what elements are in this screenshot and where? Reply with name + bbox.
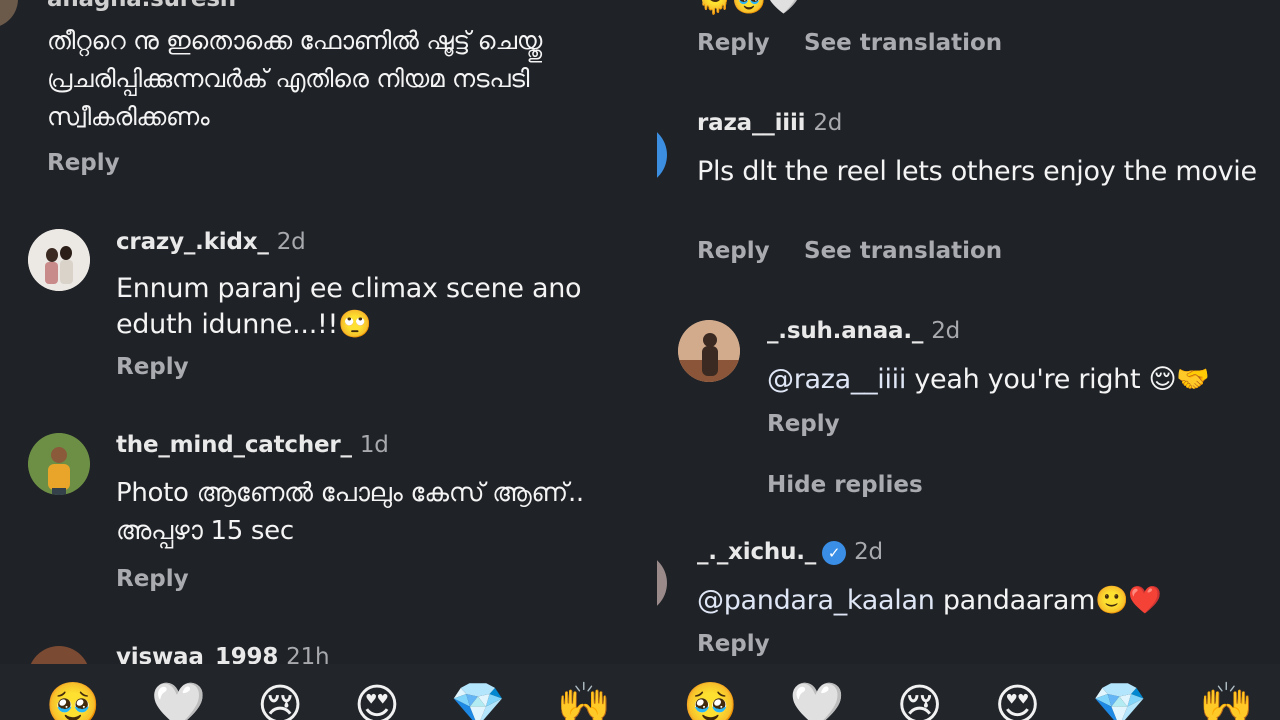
mention-link[interactable]: @raza__iiii xyxy=(767,364,906,395)
reply-button[interactable]: Reply xyxy=(767,411,840,437)
avatar[interactable] xyxy=(657,124,667,186)
username-text[interactable]: _.suh.anaa._ xyxy=(767,318,923,344)
comment-text: Photo ആണേൽ പോലും കേസ് ആണ്.. അപ്പഴാ 15 se… xyxy=(116,478,584,546)
hide-replies-button[interactable]: Hide replies xyxy=(767,472,923,498)
comment-username[interactable]: anagha.suresh xyxy=(47,0,236,12)
comment-body: yeah you're right 😌🤝 xyxy=(906,364,1210,395)
comment-text: @pandara_kaalan pandaaram🙂❤️ xyxy=(697,583,1267,619)
see-translation-button[interactable]: See translation xyxy=(804,30,1002,56)
comment-username[interactable]: _._xichu._ ✓ 2d xyxy=(697,539,883,565)
avatar[interactable] xyxy=(28,433,90,495)
reaction-bar: 🥹 🤍 😢 😍 💎 🙌 xyxy=(657,664,1280,720)
username-text[interactable]: raza__iiii xyxy=(697,110,806,136)
left-comments-pane: anagha.suresh തീറ്ററെ നു ഇതൊക്കെ ഫോണിൽ ഷ… xyxy=(0,0,657,720)
timestamp: 2d xyxy=(854,539,883,565)
avatar[interactable] xyxy=(28,229,90,291)
heart-eyes-icon[interactable]: 😍 xyxy=(354,678,400,720)
timestamp: 2d xyxy=(931,318,961,344)
reaction-bar: 🥹 🤍 😢 😍 💎 🙌 xyxy=(0,664,657,720)
crying-face-icon[interactable]: 😢 xyxy=(257,678,303,720)
timestamp: 2d xyxy=(813,110,843,136)
comment-username[interactable]: _.suh.anaa._ 2d xyxy=(767,318,960,344)
comment-body: pandaaram🙂❤️ xyxy=(934,585,1162,616)
reply-button[interactable]: Reply xyxy=(697,238,770,264)
username-text[interactable]: the_mind_catcher_ xyxy=(116,432,352,458)
pleading-face-icon[interactable]: 🥹 xyxy=(683,678,738,720)
white-heart-icon[interactable]: 🤍 xyxy=(151,678,206,720)
reply-button[interactable]: Reply xyxy=(697,631,770,657)
heart-eyes-icon[interactable]: 😍 xyxy=(994,678,1040,720)
comment-text: തീറ്ററെ നു ഇതൊക്കെ ഫോണിൽ ഷൂട്ട് ചെയ്തു പ… xyxy=(47,26,543,131)
avatar[interactable] xyxy=(657,552,667,614)
pleading-face-icon[interactable]: 🥹 xyxy=(46,678,101,720)
verified-badge-icon: ✓ xyxy=(822,540,847,565)
gem-icon[interactable]: 💎 xyxy=(451,678,506,720)
white-heart-icon[interactable]: 🤍 xyxy=(790,678,845,720)
mention-link[interactable]: @pandara_kaalan xyxy=(697,585,935,616)
reply-button[interactable]: Reply xyxy=(697,30,770,56)
username-text[interactable]: _._xichu._ xyxy=(697,539,816,565)
comment-username[interactable]: raza__iiii 2d xyxy=(697,110,842,136)
comment-text: @raza__iiii yeah you're right 😌🤝 xyxy=(767,362,1277,398)
avatar-photo-icon xyxy=(28,433,90,495)
comment-emoji-tail: 🫠🥹🤍 xyxy=(697,0,801,18)
timestamp: 1d xyxy=(359,432,389,458)
avatar[interactable] xyxy=(678,320,740,382)
comment-username[interactable]: crazy_.kidx_ 2d xyxy=(116,229,306,255)
see-translation-button[interactable]: See translation xyxy=(804,238,1002,264)
crying-face-icon[interactable]: 😢 xyxy=(897,678,943,720)
reply-button[interactable]: Reply xyxy=(116,354,189,380)
timestamp: 2d xyxy=(276,229,306,255)
avatar[interactable] xyxy=(0,0,18,28)
gem-icon[interactable]: 💎 xyxy=(1092,678,1147,720)
reply-button[interactable]: Reply xyxy=(47,150,120,176)
right-comments-pane: 🫠🥹🤍 Reply See translation raza__iiii 2d P… xyxy=(657,0,1280,720)
avatar-photo-icon xyxy=(678,320,740,382)
comment-text: Ennum paranj ee climax scene ano eduth i… xyxy=(116,273,582,340)
reply-button[interactable]: Reply xyxy=(116,566,189,592)
comment-text: Pls dlt the reel lets others enjoy the m… xyxy=(697,156,1257,187)
username-text[interactable]: crazy_.kidx_ xyxy=(116,229,269,255)
avatar-photo-icon xyxy=(28,229,90,291)
raised-hands-icon[interactable]: 🙌 xyxy=(1199,678,1254,720)
comment-username[interactable]: the_mind_catcher_ 1d xyxy=(116,432,389,458)
raised-hands-icon[interactable]: 🙌 xyxy=(557,678,612,720)
